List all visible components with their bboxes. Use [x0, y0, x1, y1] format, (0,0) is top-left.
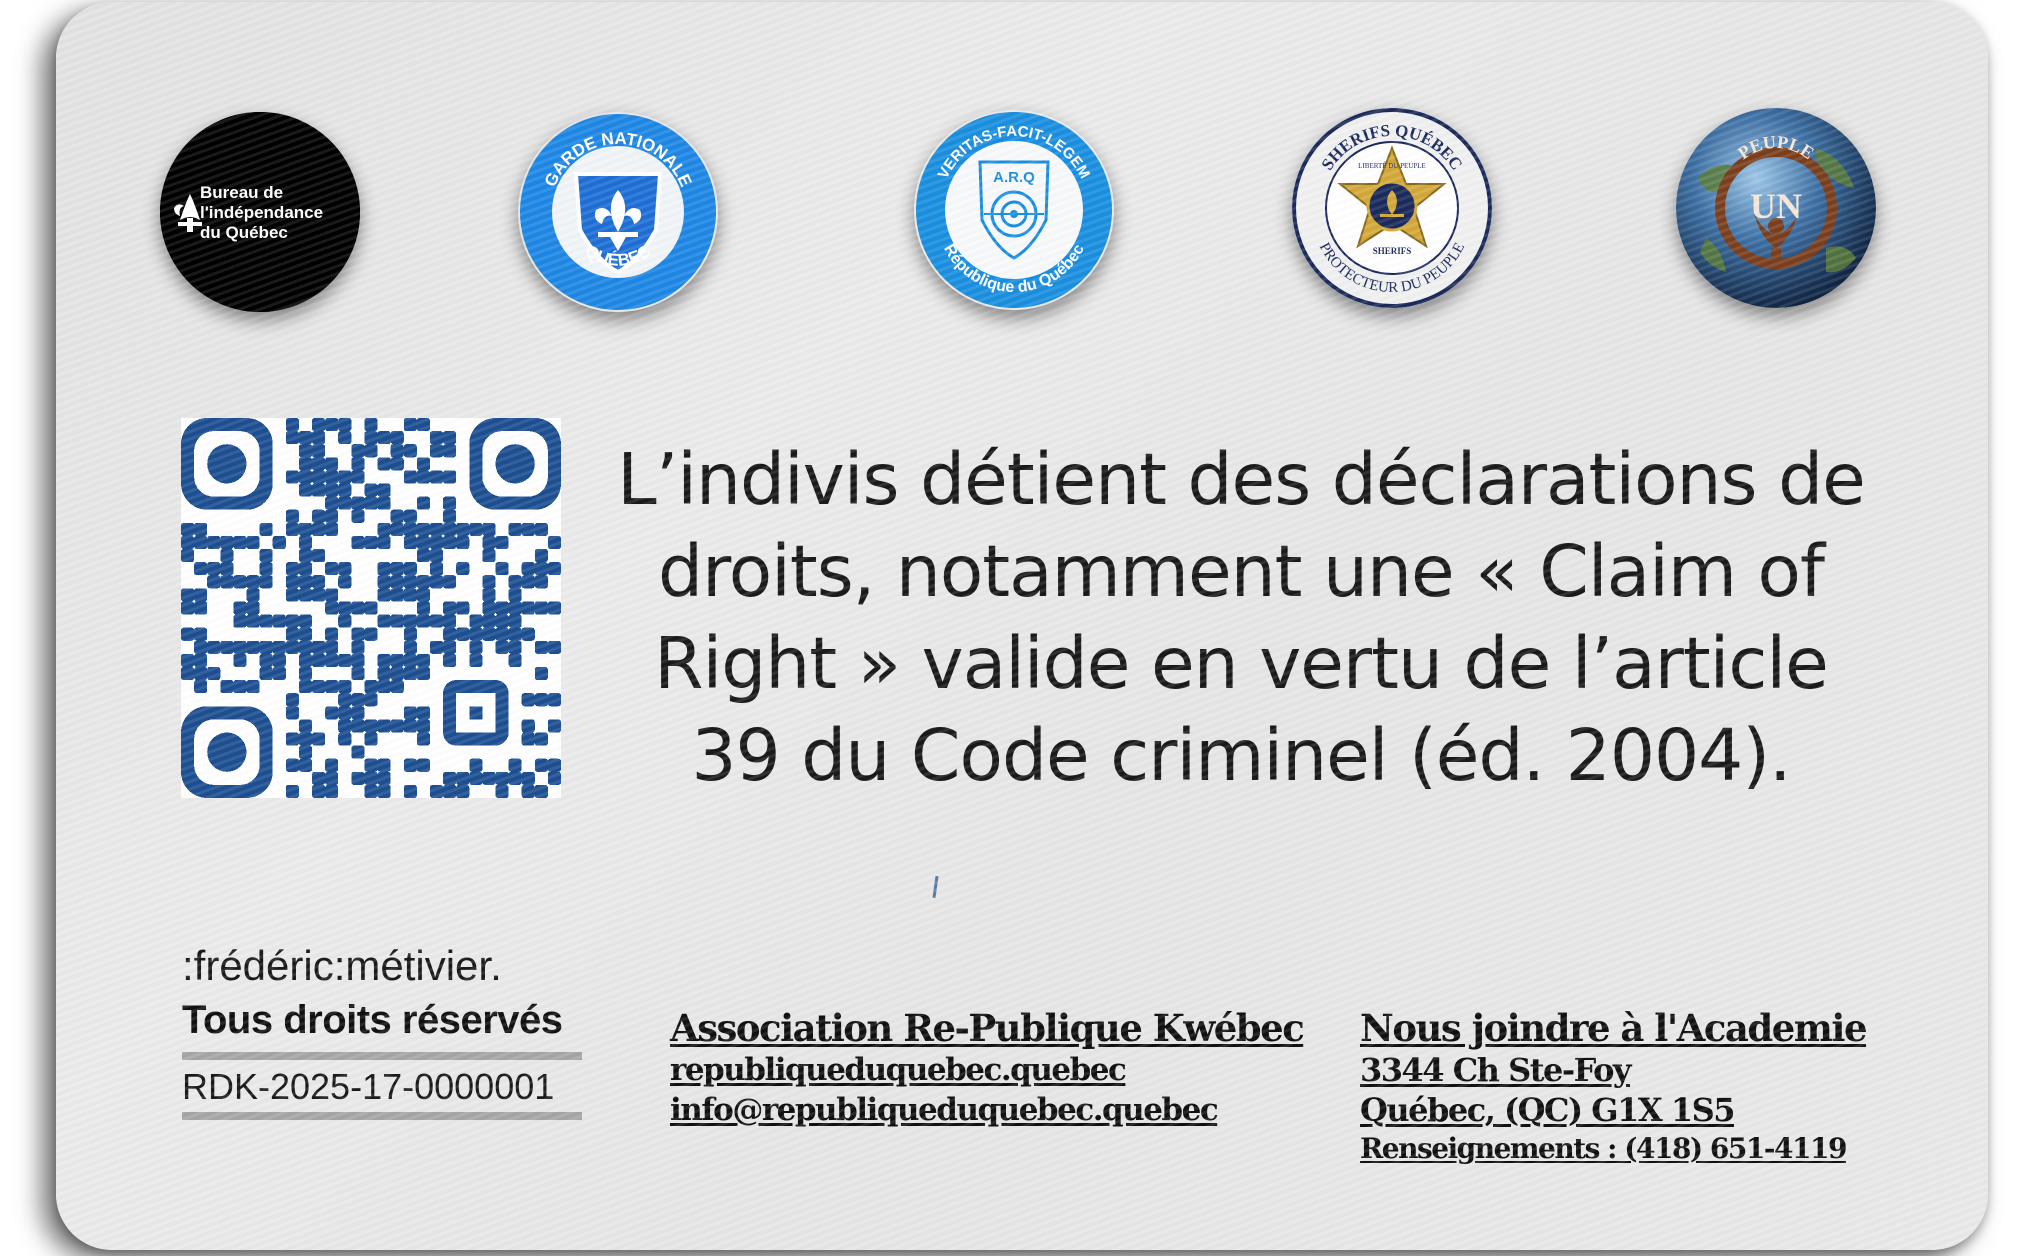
- bureau-independance-logo: Bureau de l'indépendance du Québec: [160, 112, 360, 312]
- rights-reserved: Tous droits réservés: [182, 998, 563, 1042]
- reference-number: RDK-2025-17-0000001: [182, 1052, 582, 1120]
- bureau-line2: l'indépendance: [200, 203, 323, 222]
- garde-nationale-badge: GARDE NATIONALE QUÉBEC: [518, 112, 718, 312]
- arq-shield-text: A.R.Q: [993, 169, 1035, 186]
- sherifs-ribbon-top: LIBERTÉ DU PEUPLE: [1358, 162, 1426, 170]
- sherifs-ribbon-bottom: SHERIFS: [1373, 246, 1412, 256]
- ink-mark: [932, 875, 939, 899]
- contact-heading: Nous joindre à l'Academie: [1360, 1006, 1868, 1050]
- bureau-line1: Bureau de: [200, 183, 283, 202]
- signatory-name: :frédéric:métivier.: [182, 942, 502, 989]
- association-website-link[interactable]: republiqueduquebec.quebec: [670, 1050, 1303, 1090]
- peuple-un-globe: UN PEUPLE: [1676, 108, 1876, 308]
- qr-code[interactable]: [181, 418, 561, 798]
- association-email-link[interactable]: info@republiqueduquebec.quebec: [670, 1090, 1303, 1130]
- contact-phone-link[interactable]: Renseignements : (418) 651-4119: [1360, 1130, 1866, 1168]
- contact-city: Québec, (QC) G1X 1S5: [1360, 1091, 1735, 1129]
- association-block: Association Re-Publique Kwébec republiqu…: [670, 1006, 1305, 1130]
- contact-street: 3344 Ch Ste-Foy: [1360, 1051, 1632, 1089]
- peuple-middle-text: UN: [1750, 186, 1802, 226]
- contact-block: Nous joindre à l'Academie 3344 Ch Ste-Fo…: [1360, 1006, 1868, 1168]
- association-name: Association Re-Publique Kwébec: [670, 1006, 1305, 1050]
- bureau-line3: du Québec: [200, 223, 288, 242]
- arq-veritas-badge: A.R.Q VERITAS-FACIT-LEGEM République du …: [914, 110, 1114, 310]
- claim-card: Bureau de l'indépendance du Québec GARDE: [56, 2, 1988, 1250]
- claim-of-right-declaration: L’indivis détient des déclarations de dr…: [617, 438, 1866, 797]
- sherifs-quebec-badge: LIBERTÉ DU PEUPLE SHERIFS SHERIFS QUÉBEC…: [1292, 108, 1492, 308]
